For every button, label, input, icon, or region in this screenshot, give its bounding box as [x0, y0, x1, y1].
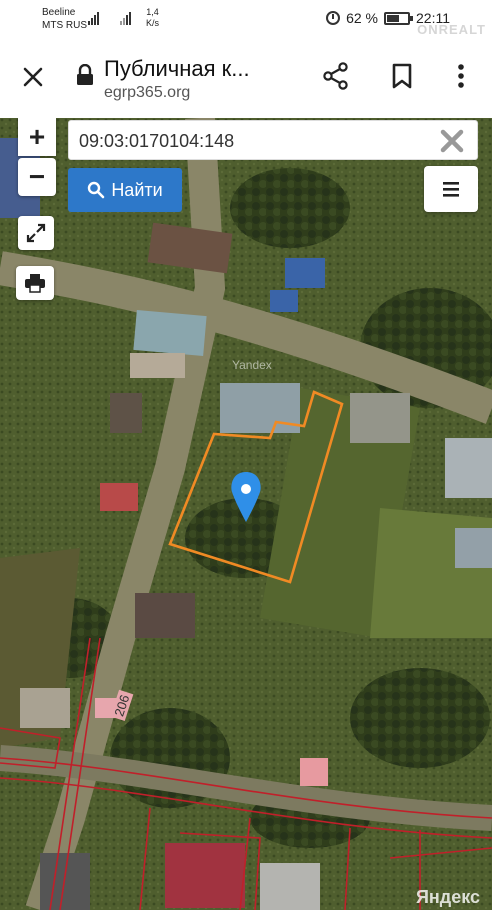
map-view[interactable]: 206 Yandex Яндекс + − Найти	[0, 118, 492, 910]
carrier-primary: Beeline	[42, 7, 76, 18]
clear-icon[interactable]	[437, 126, 467, 156]
more-vert-icon[interactable]	[446, 60, 476, 92]
print-icon	[25, 274, 45, 293]
signal-icon-2	[120, 11, 131, 25]
bookmark-icon[interactable]	[386, 60, 418, 92]
net-speed-unit: K/s	[146, 18, 160, 28]
find-button-label: Найти	[111, 179, 163, 200]
battery-percent: 62 %	[346, 10, 378, 26]
close-icon[interactable]	[16, 60, 50, 94]
fullscreen-button[interactable]	[18, 216, 54, 250]
cadastre-number-input[interactable]	[79, 129, 419, 153]
layers-menu-button[interactable]	[424, 166, 478, 212]
signal-icon	[88, 11, 99, 25]
zoom-out-button[interactable]: −	[18, 158, 56, 196]
status-bar: Beeline MTS RUS 1,4 K/s 62 % 22:11 ONREA…	[0, 0, 492, 38]
browser-toolbar: Публичная к... egrp365.org	[0, 38, 492, 118]
map-watermark-bottom: Яндекс	[415, 887, 480, 907]
menu-icon	[443, 182, 459, 197]
share-icon[interactable]	[320, 60, 352, 92]
carrier-info: Beeline MTS RUS	[42, 6, 87, 32]
lock-icon	[77, 64, 93, 85]
page-url[interactable]: egrp365.org	[104, 84, 190, 102]
print-button[interactable]	[16, 266, 54, 300]
page-title[interactable]: Публичная к...	[104, 56, 250, 82]
fullscreen-icon	[26, 223, 46, 243]
carrier-secondary: MTS RUS	[42, 20, 87, 31]
onrealt-watermark: ONREALT	[417, 22, 486, 37]
cadastre-search-box[interactable]	[68, 120, 478, 160]
find-button[interactable]: Найти	[68, 168, 182, 212]
net-speed-value: 1,4	[146, 7, 159, 17]
battery-level	[387, 14, 400, 22]
search-icon	[88, 181, 105, 199]
zoom-in-button[interactable]: +	[18, 118, 56, 156]
net-speed: 1,4 K/s	[146, 7, 159, 29]
battery-icon	[384, 11, 413, 25]
map-watermark-top: Yandex	[232, 358, 272, 372]
satellite-imagery	[0, 118, 492, 910]
alarm-icon	[326, 11, 341, 25]
